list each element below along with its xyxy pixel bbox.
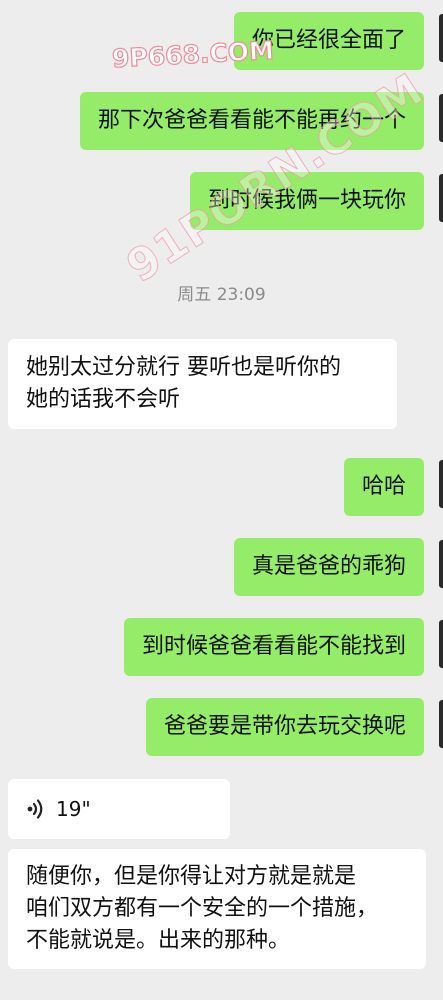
message-text: 爸爸要是带你去玩交换呢 — [163, 714, 406, 739]
message-bubble-incoming[interactable]: 她别太过分就行 要听也是听你的 她的话我不会听 — [8, 339, 397, 429]
avatar[interactable] — [439, 14, 443, 62]
avatar[interactable] — [439, 94, 443, 142]
message-text: 你已经很全面了 — [251, 28, 406, 53]
voice-wave-icon — [27, 799, 43, 819]
avatar[interactable] — [439, 540, 443, 588]
message-bubble-outgoing[interactable]: 真是爸爸的乖狗 — [233, 538, 424, 596]
avatar[interactable] — [439, 620, 443, 668]
message-timestamp: 周五 23:09 — [177, 285, 266, 305]
message-bubble-incoming[interactable]: 随便你，但是你得让对方就是就是 咱们双方都有一个安全的一个措施， 不能就说是。出… — [8, 849, 426, 969]
message-text-line: 咱们双方都有一个安全的一个措施， — [26, 896, 379, 921]
message-text: 哈哈 — [361, 474, 406, 499]
avatar[interactable] — [439, 700, 443, 748]
message-bubble-outgoing[interactable]: 到时候爸爸看看能不能找到 — [123, 618, 424, 676]
message-text-line: 她别太过分就行 要听也是听你的 — [26, 355, 341, 380]
message-bubble-outgoing[interactable]: 哈哈 — [343, 458, 424, 516]
message-text: 真是爸爸的乖狗 — [251, 554, 406, 579]
message-bubble-outgoing[interactable]: 爸爸要是带你去玩交换呢 — [145, 698, 424, 756]
chat-area[interactable]: 你已经很全面了 那下次爸爸看看能不能再约一个 到时候我俩一块玩你 周五 23:0… — [0, 0, 443, 1000]
voice-duration: 19" — [56, 797, 91, 821]
message-text-line: 随便你，但是你得让对方就是就是 — [26, 864, 357, 889]
message-text-line: 不能就说是。出来的那种。 — [26, 928, 291, 953]
avatar[interactable] — [439, 460, 443, 508]
avatar[interactable] — [439, 174, 443, 222]
voice-message-bubble[interactable]: 19" — [8, 779, 230, 839]
message-text: 到时候爸爸看看能不能找到 — [141, 634, 406, 659]
message-text-line: 她的话我不会听 — [26, 387, 181, 412]
